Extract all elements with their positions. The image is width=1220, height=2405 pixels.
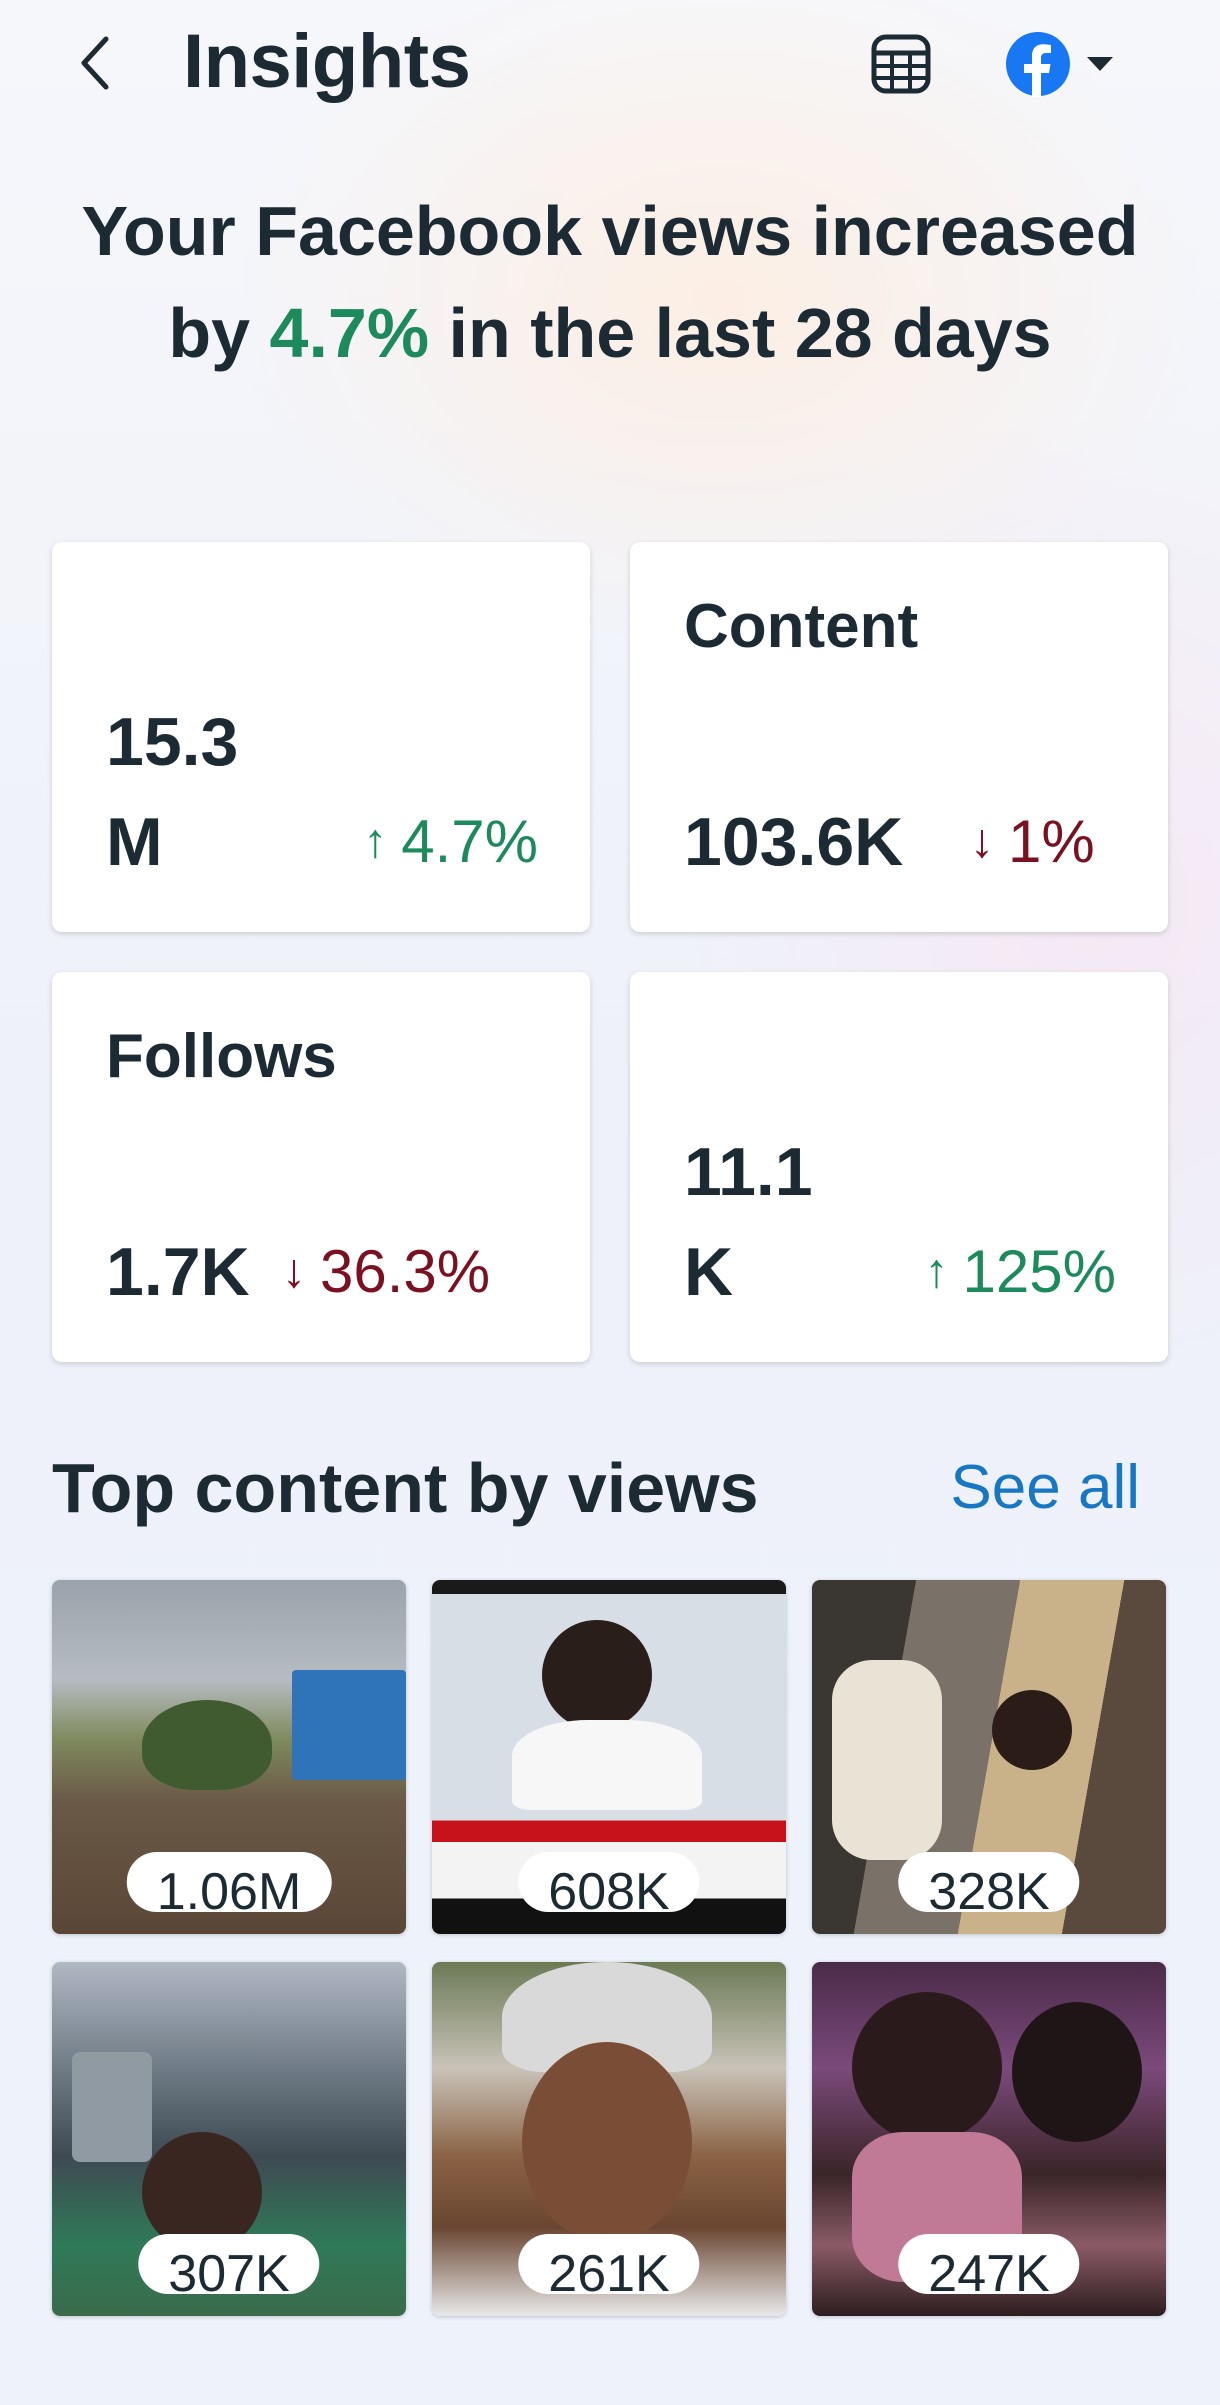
metric-card-follows[interactable]: Follows 1.7K ↓ 36.3% [52, 972, 590, 1362]
thumbnail-person-shape [992, 1690, 1072, 1770]
caret-down-icon [1087, 57, 1113, 71]
section-title: Top content by views [52, 1449, 759, 1527]
see-all-link[interactable]: See all [950, 1452, 1140, 1523]
thumbnail-barrel-shape [72, 2052, 152, 2162]
content-thumbnail[interactable]: 608K [432, 1580, 786, 1934]
views-badge: 608K [518, 1852, 700, 1912]
arrow-up-icon: ↑ [363, 815, 388, 868]
content-thumbnail[interactable]: 328K [812, 1580, 1166, 1934]
metric-delta: ↓ 1% [970, 792, 1095, 892]
arrow-down-icon: ↓ [282, 1245, 306, 1298]
thumbnail-person-shape [542, 1620, 652, 1730]
thumbnail-face-shape [522, 2042, 692, 2242]
insights-headline: Your Facebook views increased by 4.7% in… [40, 180, 1180, 384]
content-thumbnail[interactable]: 307K [52, 1962, 406, 2316]
metric-card-unlabeled[interactable]: 11.1 K ↑ 125% [630, 972, 1168, 1362]
views-badge: 261K [518, 2234, 700, 2294]
thumbnail-window-shape [832, 1660, 942, 1860]
arrow-down-icon: ↓ [970, 815, 994, 868]
content-thumbnail[interactable]: 1.06M [52, 1580, 406, 1934]
metric-delta: ↓ 36.3% [282, 1222, 490, 1322]
metric-card-content-interactions[interactable]: Content 103.6K ↓ 1% [630, 542, 1168, 932]
thumbnail-building-shape [292, 1670, 406, 1780]
metric-delta-value: 125% [962, 1238, 1116, 1305]
metric-delta-value: 36.3% [320, 1238, 491, 1305]
views-badge: 328K [898, 1852, 1080, 1912]
chevron-left-icon [81, 36, 109, 90]
metric-label [684, 1022, 1144, 1122]
arrow-up-icon: ↑ [924, 1245, 949, 1298]
headline-percent: 4.7% [269, 294, 430, 372]
thumbnail-person-shape [1012, 2002, 1142, 2142]
table-icon [871, 34, 931, 94]
table-view-button[interactable] [863, 26, 939, 102]
top-bar: Insights [0, 0, 1220, 130]
metric-delta: ↑ 125% [925, 1222, 1116, 1322]
metric-card-views[interactable]: 15.3 M ↑ 4.7% [52, 542, 590, 932]
metric-value: 11.1 K [684, 1134, 813, 1310]
headline-text-end: in the last 28 days [429, 294, 1052, 372]
metric-delta: ↑ 4.7% [363, 792, 538, 892]
thumbnail-person-shape [852, 1992, 1002, 2142]
metric-delta-value: 1% [1008, 808, 1095, 875]
platform-switcher[interactable] [1005, 26, 1135, 102]
views-badge: 1.06M [126, 1852, 332, 1912]
back-button[interactable] [70, 28, 120, 98]
metric-label [106, 592, 566, 692]
metric-value: 1.7K [106, 1234, 250, 1310]
content-thumbnail[interactable]: 247K [812, 1962, 1166, 2316]
views-badge: 307K [138, 2234, 320, 2294]
page-title: Insights [183, 19, 471, 104]
views-badge: 247K [898, 2234, 1080, 2294]
metric-label: Content [684, 592, 919, 654]
metric-value: 15.3 M [106, 704, 239, 880]
facebook-logo-icon [1006, 32, 1070, 97]
content-thumbnail[interactable]: 261K [432, 1962, 786, 2316]
metric-label: Follows [106, 1022, 337, 1091]
thumbnail-clothing-shape [512, 1720, 702, 1810]
metric-delta-value: 4.7% [401, 808, 538, 875]
metric-value: 103.6K [684, 804, 904, 880]
thumbnail-tree-shape [142, 1700, 272, 1790]
